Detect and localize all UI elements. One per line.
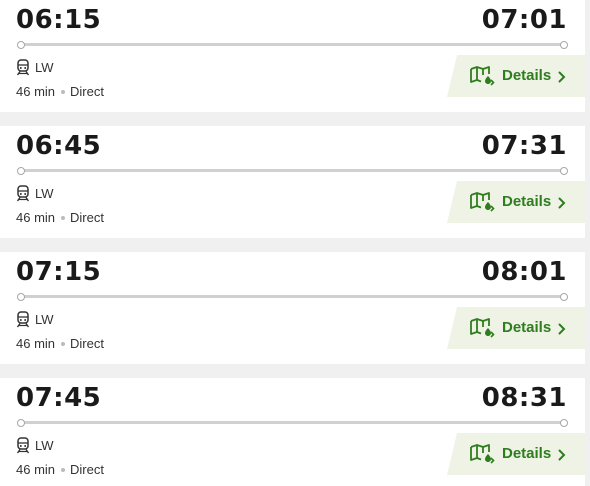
- operator: LW: [16, 436, 54, 454]
- journey-meta: 46 min Direct: [16, 462, 104, 477]
- map-icon: [469, 65, 495, 92]
- chevron-right-icon: [558, 448, 566, 466]
- operator: LW: [16, 310, 54, 328]
- chevron-right-icon: [558, 322, 566, 340]
- separator-dot: [61, 467, 66, 472]
- journey-meta: 46 min Direct: [16, 336, 104, 351]
- duration: 46 min: [16, 462, 56, 477]
- journey-list: 06:15 07:01 LW 46 min Direct Details 06:…: [0, 0, 590, 486]
- journey-card[interactable]: 06:15 07:01 LW 46 min Direct Details: [0, 0, 585, 112]
- details-label: Details: [502, 193, 552, 210]
- timeline-line: [21, 295, 564, 298]
- chevron-right-icon: [558, 70, 566, 88]
- departure-time: 07:15: [16, 257, 102, 287]
- changes: Direct: [70, 462, 104, 477]
- changes: Direct: [70, 84, 104, 99]
- journey-card[interactable]: 06:45 07:31 LW 46 min Direct Details: [0, 126, 585, 238]
- journey-card[interactable]: 07:45 08:31 LW 46 min Direct Details: [0, 378, 585, 486]
- train-icon: [16, 58, 30, 76]
- timeline-end-dot: [560, 293, 568, 301]
- departure-time: 06:45: [16, 131, 102, 161]
- map-icon: [469, 443, 495, 470]
- journey-timeline: [17, 419, 568, 427]
- arrival-time: 08:31: [481, 383, 567, 413]
- timeline-start-dot: [17, 419, 25, 427]
- train-icon: [16, 184, 30, 202]
- details-label: Details: [502, 319, 552, 336]
- timeline-end-dot: [560, 167, 568, 175]
- separator-dot: [61, 341, 66, 346]
- operator-code: LW: [35, 59, 54, 75]
- duration: 46 min: [16, 84, 56, 99]
- map-icon: [469, 191, 495, 218]
- timeline-line: [21, 169, 564, 172]
- journey-meta: 46 min Direct: [16, 84, 104, 99]
- details-label: Details: [502, 67, 552, 84]
- changes: Direct: [70, 210, 104, 225]
- operator: LW: [16, 184, 54, 202]
- operator-code: LW: [35, 185, 54, 201]
- chevron-right-icon: [558, 196, 566, 214]
- details-button[interactable]: Details: [447, 55, 585, 97]
- arrival-time: 07:31: [481, 131, 567, 161]
- map-icon: [469, 317, 495, 344]
- changes: Direct: [70, 336, 104, 351]
- timeline-start-dot: [17, 167, 25, 175]
- journey-card[interactable]: 07:15 08:01 LW 46 min Direct Details: [0, 252, 585, 364]
- details-button[interactable]: Details: [447, 433, 585, 475]
- separator-dot: [61, 89, 66, 94]
- details-button[interactable]: Details: [447, 181, 585, 223]
- departure-time: 07:45: [16, 383, 102, 413]
- timeline-end-dot: [560, 419, 568, 427]
- train-icon: [16, 436, 30, 454]
- journey-timeline: [17, 41, 568, 49]
- separator-dot: [61, 215, 66, 220]
- timeline-line: [21, 43, 564, 46]
- timeline-start-dot: [17, 293, 25, 301]
- operator: LW: [16, 58, 54, 76]
- timeline-start-dot: [17, 41, 25, 49]
- operator-code: LW: [35, 311, 54, 327]
- timeline-line: [21, 421, 564, 424]
- details-button[interactable]: Details: [447, 307, 585, 349]
- departure-time: 06:15: [16, 5, 102, 35]
- details-label: Details: [502, 445, 552, 462]
- journey-timeline: [17, 167, 568, 175]
- operator-code: LW: [35, 437, 54, 453]
- train-icon: [16, 310, 30, 328]
- timeline-end-dot: [560, 41, 568, 49]
- journey-timeline: [17, 293, 568, 301]
- arrival-time: 08:01: [481, 257, 567, 287]
- arrival-time: 07:01: [481, 5, 567, 35]
- journey-meta: 46 min Direct: [16, 210, 104, 225]
- duration: 46 min: [16, 210, 56, 225]
- duration: 46 min: [16, 336, 56, 351]
